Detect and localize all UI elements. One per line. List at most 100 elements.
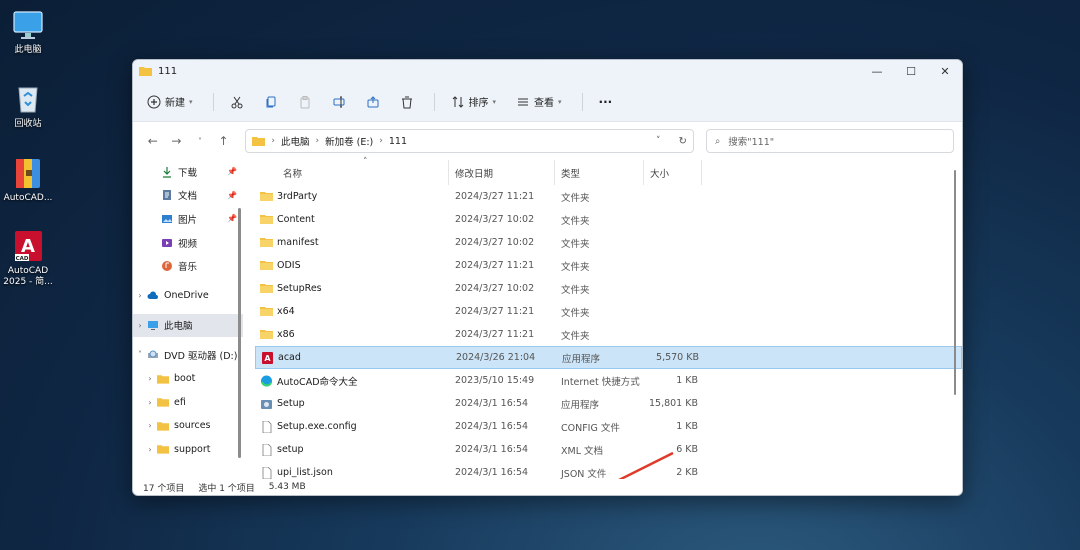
delete-button[interactable] (400, 95, 414, 109)
address-bar[interactable]: › 此电脑 › 新加卷 (E:) › 111 ˅ ↻ (245, 129, 694, 153)
close-button[interactable]: ✕ (928, 65, 962, 78)
chevron-right-icon[interactable]: › (133, 321, 147, 330)
table-row[interactable]: ODIS 2024/3/27 11:21 文件夹 (255, 254, 962, 277)
sidebar-scrollbar[interactable] (238, 208, 241, 458)
chevron-down-icon[interactable]: ˅ (133, 350, 147, 359)
sidebar-item-this-pc[interactable]: › 此电脑 (133, 313, 243, 338)
folder-icon (157, 398, 169, 407)
sidebar-item-label: DVD 驱动器 (D:) (164, 350, 238, 362)
desktop-icon-this-pc[interactable]: 此电脑 (0, 8, 60, 56)
desktop-icon-autocad-2025[interactable]: A CAD AutoCAD 2025 - 简... (0, 229, 60, 288)
minimize-button[interactable]: — (860, 65, 894, 78)
desktop-icon-autocad-archive[interactable]: AutoCAD... (0, 156, 60, 204)
chevron-right-icon[interactable]: › (143, 398, 157, 407)
up-arrow-icon[interactable]: ↑ (212, 134, 236, 148)
breadcrumb-this-pc[interactable]: 此电脑 (281, 134, 310, 148)
sidebar-item-label: efi (174, 396, 186, 408)
file-name: ODIS (277, 260, 301, 271)
table-row[interactable]: 3rdParty 2024/3/27 11:21 文件夹 (255, 185, 962, 208)
sidebar-item-documents[interactable]: 文档 📌 (133, 184, 243, 208)
sort-icon (452, 95, 463, 108)
chevron-down-icon: ▾ (492, 97, 497, 106)
pin-icon: 📌 (227, 214, 237, 224)
folder-icon (157, 374, 169, 384)
edge-icon (260, 375, 273, 387)
clipboard-icon (300, 95, 310, 108)
column-header-type[interactable]: 类型 (555, 160, 644, 185)
table-row[interactable]: x86 2024/3/27 11:21 文件夹 (255, 323, 962, 346)
document-icon (163, 190, 171, 201)
table-row[interactable]: x64 2024/3/27 11:21 文件夹 (255, 300, 962, 323)
chevron-right-icon[interactable]: › (143, 445, 157, 454)
column-header-name[interactable]: 名称 (259, 160, 449, 185)
view-button[interactable]: 查看 ▾ (516, 94, 562, 109)
forward-arrow-icon[interactable]: → (165, 134, 189, 148)
file-type: 文件夹 (561, 192, 590, 204)
refresh-icon[interactable]: ↻ (679, 136, 687, 147)
column-header-size[interactable]: 大小 (644, 160, 702, 185)
recycle-bin-icon (11, 82, 45, 116)
file-list-scrollbar[interactable] (954, 170, 956, 395)
file-type: 文件夹 (561, 261, 590, 273)
chevron-right-icon[interactable]: › (143, 374, 157, 383)
view-label: 查看 (534, 98, 555, 109)
sidebar-item-dvd-drive[interactable]: ˅ DVD 驱动器 (D:) (133, 343, 243, 367)
divider (212, 92, 214, 111)
maximize-button[interactable]: ☐ (894, 65, 928, 78)
sidebar-item-label: 图片 (178, 214, 198, 226)
table-row[interactable]: manifest 2024/3/27 10:02 文件夹 (255, 231, 962, 254)
sidebar-item-sources[interactable]: › sources (133, 414, 243, 438)
address-dropdown-icon[interactable]: ˅ (656, 136, 661, 146)
desktop-icon-label: 2025 - 简... (3, 277, 53, 287)
copy-button[interactable] (264, 95, 278, 109)
breadcrumb-folder[interactable]: 111 (389, 136, 407, 147)
chevron-right-icon[interactable]: › (143, 421, 157, 430)
breadcrumb-volume[interactable]: 新加卷 (E:) (325, 134, 373, 148)
table-row[interactable]: Content 2024/3/27 10:02 文件夹 (255, 208, 962, 231)
file-name-cell: x64 (255, 306, 449, 318)
status-bar: 17 个项目 选中 1 个项目 5.43 MB (133, 479, 962, 495)
file-name-cell: SetupRes (255, 283, 449, 295)
paste-button[interactable] (298, 95, 312, 109)
file-type: 文件夹 (561, 284, 590, 296)
new-button[interactable]: 新建 ▾ (147, 94, 193, 109)
table-row[interactable]: Setup.exe.config 2024/3/1 16:54 CONFIG 文件 1… (255, 415, 962, 438)
desktop-icon-label: AutoCAD (7, 266, 49, 276)
chevron-right-icon[interactable]: › (133, 291, 147, 300)
file-date: 2024/3/27 10:02 (455, 283, 535, 294)
sidebar-item-boot[interactable]: › boot (133, 367, 243, 391)
file-name: Setup.exe.config (277, 421, 357, 432)
back-arrow-icon[interactable]: ← (141, 134, 165, 148)
table-row[interactable]: AutoCAD命令大全 2023/5/10 15:49 Internet 快捷方式 1… (255, 369, 962, 392)
desktop-icon-recycle-bin[interactable]: 回收站 (0, 82, 60, 130)
sidebar-item-videos[interactable]: 视频 (133, 231, 243, 255)
sidebar-item-label: OneDrive (164, 290, 209, 302)
video-icon (162, 238, 172, 247)
folder-icon (157, 422, 169, 431)
table-row[interactable]: Aacad 2024/3/26 21:04 应用程序 5,570 KB (255, 346, 962, 369)
pin-icon: 📌 (227, 190, 237, 200)
sort-button[interactable]: 排序 ▾ (451, 94, 497, 109)
sidebar-item-music[interactable]: 音乐 (133, 254, 243, 278)
folder-icon (260, 329, 273, 341)
sidebar-item-onedrive[interactable]: › OneDrive (133, 284, 243, 308)
cloud-icon (147, 291, 158, 299)
file-date: 2024/3/26 21:04 (456, 352, 536, 363)
table-row[interactable]: Setup 2024/3/1 16:54 应用程序 15,801 KB (255, 392, 962, 415)
sidebar-item-downloads[interactable]: 下载 📌 (133, 160, 243, 184)
view-list-icon (518, 98, 529, 105)
more-options-button[interactable]: ··· (599, 95, 613, 109)
sidebar-item-support[interactable]: › support (133, 438, 243, 462)
table-row[interactable]: SetupRes 2024/3/27 10:02 文件夹 (255, 277, 962, 300)
search-input[interactable]: ⌕ 搜索"111" (705, 129, 954, 153)
recent-locations-icon[interactable]: ˅ (188, 137, 212, 146)
breadcrumb-separator-icon: › (379, 136, 383, 146)
sidebar-item-pictures[interactable]: 图片 📌 (133, 207, 243, 231)
share-button[interactable] (366, 95, 380, 109)
window-title: 111 (158, 65, 178, 77)
column-header-date[interactable]: 修改日期 (449, 160, 555, 185)
rename-button[interactable] (332, 95, 346, 109)
cut-button[interactable] (230, 95, 244, 109)
sidebar-item-efi[interactable]: › efi (133, 390, 243, 414)
title-bar[interactable]: 111 — ☐ ✕ (133, 60, 962, 82)
